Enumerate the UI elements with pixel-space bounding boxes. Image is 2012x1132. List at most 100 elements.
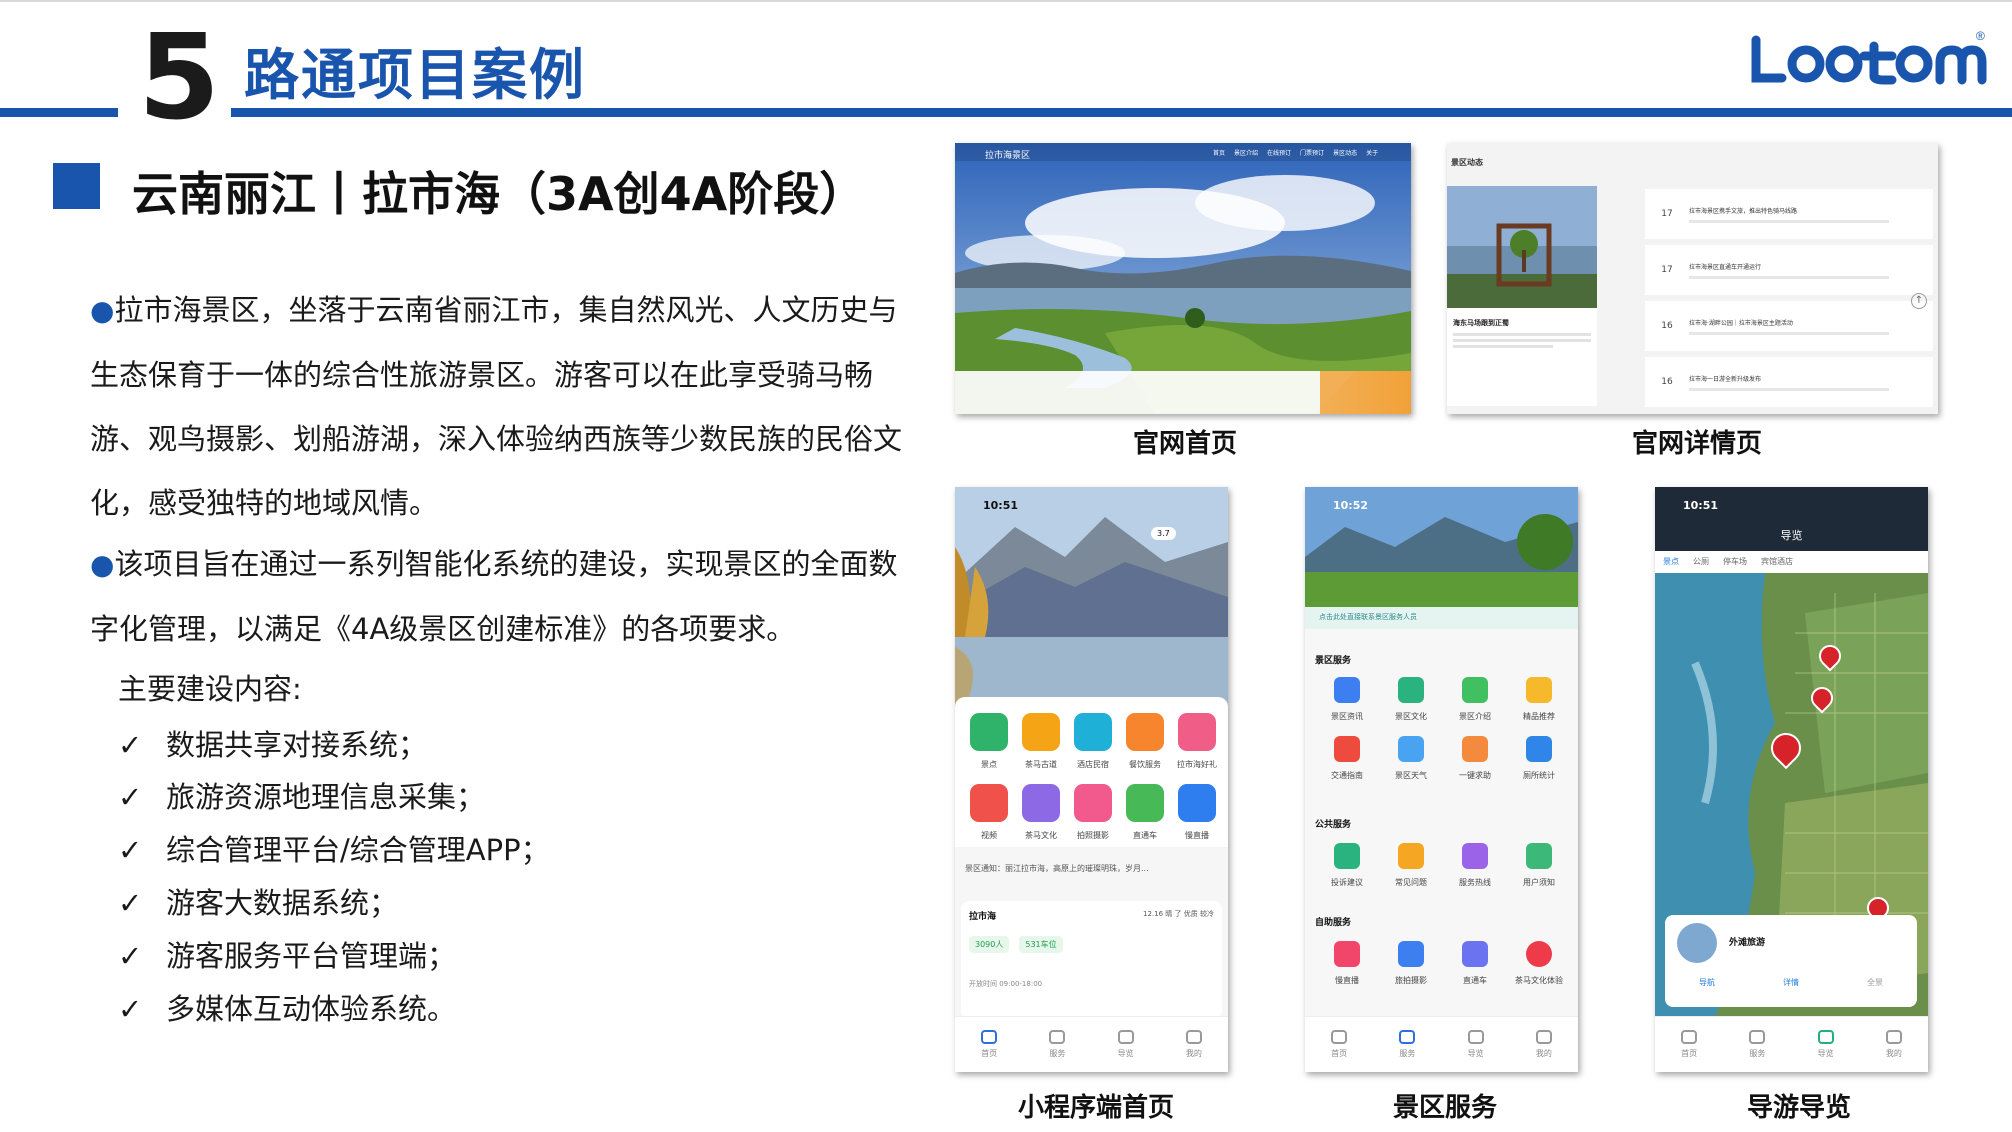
paragraph-2: ●该项目旨在通过一系列智能化系统的建设，实现景区的全面数字化管理，以满足《4A级… [90,532,920,661]
tab-service[interactable]: 服务 [1749,1030,1766,1059]
news-item[interactable]: 17 拉市海景区直通车开通运行 [1645,245,1933,295]
web-nav-item[interactable]: 首页 [1213,148,1225,157]
service-hotline[interactable]: 服务热线 [1443,843,1507,888]
poi-card[interactable]: 外滩旅游 导航 详情 全景 [1665,915,1917,1007]
quick-menu: 景点 茶马古道 酒店民宿 餐饮服务 拉市海好礼 视频 茶马文化 拍照摄影 直通车… [963,713,1223,841]
leaf-icon [1398,677,1424,703]
service-faq[interactable]: 常见问题 [1379,843,1443,888]
tab-home[interactable]: 首页 [981,1030,998,1059]
service-complaint[interactable]: 投诉建议 [1315,843,1379,888]
visitor-count: 3090人 [969,936,1010,953]
web-detail-screenshot: 景区动态 海东马场跟到正蜀 17 拉市海景区携手文旅，推出特色骑马线路 17 拉… [1447,143,1938,414]
service-notice[interactable]: 用户须知 [1507,843,1571,888]
detail-section-title: 景区动态 [1451,158,1483,167]
weather-badge[interactable]: 3.7 [1151,527,1176,540]
service-bus[interactable]: 直通车 [1443,941,1507,986]
tab-guide[interactable]: 导览 [1117,1030,1134,1059]
poi-thumbnail [1677,923,1717,963]
detail-button[interactable]: 详情 [1783,977,1799,988]
tab-guide[interactable]: 导览 [1467,1030,1484,1059]
tab-bar: 首页 服务 导览 我的 [955,1016,1228,1072]
gift-icon [1178,713,1216,751]
menu-video[interactable]: 视频 [963,784,1015,841]
bullet-icon: ● [90,548,115,581]
menu-culture[interactable]: 茶马文化 [1015,784,1067,841]
service-help[interactable]: 一键求助 [1443,736,1507,781]
service-traffic[interactable]: 交通指南 [1315,736,1379,781]
news-item[interactable]: 16 拉市海·湖畔公园｜拉市海景区主题活动 [1645,301,1933,351]
complaint-icon [1334,843,1360,869]
mini-home-caption: 小程序端首页 [1018,1093,1175,1123]
paragraph-2-text: 该项目旨在通过一系列智能化系统的建设，实现景区的全面数字化管理，以满足《4A级景… [90,547,898,646]
filter-tab[interactable]: 宾馆酒店 [1761,556,1793,568]
parking-count: 531车位 [1019,936,1063,953]
service-culture[interactable]: 景区文化 [1379,677,1443,722]
detail-card-title: 海东马场跟到正蜀 [1453,319,1509,327]
phone-time: 10:52 [1333,499,1369,512]
site-info-card[interactable]: 拉市海 12.16 晴 了 优质 较冷 3090人 531车位 开放时间 09:… [961,901,1222,1019]
frame-on-lake-image [1447,186,1597,308]
menu-bus[interactable]: 直通车 [1119,784,1171,841]
filter-tab[interactable]: 景点 [1663,556,1679,568]
checklist-item: ✓ 游客大数据系统； [118,886,399,920]
menu-scenic[interactable]: 景点 [963,713,1015,770]
service-news[interactable]: 景区资讯 [1315,677,1379,722]
bus-icon [1126,784,1164,822]
checklist-item: ✓ 多媒体互动体验系统。 [118,992,457,1026]
video-icon [1334,941,1360,967]
filter-tab[interactable]: 公厕 [1693,556,1709,568]
service-recommend[interactable]: 精品推荐 [1507,677,1571,722]
tab-mine[interactable]: 我的 [1535,1030,1552,1059]
public-services-grid: 投诉建议 常见问题 服务热线 用户须知 [1315,843,1571,888]
top-divider [0,0,2012,2]
tab-guide[interactable]: 导览 [1817,1030,1834,1059]
news-item[interactable]: 16 拉市海一日游全新升级发布 [1645,357,1933,407]
tab-home[interactable]: 首页 [1331,1030,1348,1059]
service-photo[interactable]: 旅拍摄影 [1379,941,1443,986]
checklist-item: ✓ 综合管理平台/综合管理APP； [118,833,550,867]
scroll-up-icon[interactable]: ↑ [1911,293,1927,309]
menu-photo[interactable]: 拍照摄影 [1067,784,1119,841]
checklist-item: ✓ 游客服务平台管理端； [118,939,457,973]
checklist-item: ✓ 数据共享对接系统； [118,728,428,762]
tab-mine[interactable]: 我的 [1185,1030,1202,1059]
tab-mine[interactable]: 我的 [1885,1030,1902,1059]
notice-bar[interactable]: 景区通知：丽江拉市海，高原上的璀璨明珠，岁月... [965,863,1220,874]
menu-hotel[interactable]: 酒店民宿 [1067,713,1119,770]
service-live[interactable]: 慢直播 [1315,941,1379,986]
navigate-button[interactable]: 导航 [1699,977,1715,988]
check-icon: ✓ [118,728,143,762]
detail-feature-card[interactable]: 海东马场跟到正蜀 [1447,186,1597,406]
self-services-grid: 慢直播 旅拍摄影 直通车 茶马文化体验 [1315,941,1571,986]
self-section-title: 自助服务 [1315,918,1352,928]
paragraph-1: ●拉市海景区，坐落于云南省丽江市，集自然风光、人文历史与生态保育于一体的综合性旅… [90,278,920,535]
header-rule-right [231,108,2012,117]
tab-home[interactable]: 首页 [1681,1030,1698,1059]
menu-dining[interactable]: 餐饮服务 [1119,713,1171,770]
sos-icon [1462,736,1488,762]
check-icon: ✓ [118,939,143,973]
service-experience[interactable]: 茶马文化体验 [1507,941,1571,986]
web-nav-item[interactable]: 景区动态 [1333,148,1357,157]
service-toilet[interactable]: 厕所统计 [1507,736,1571,781]
heart-icon [1526,941,1552,967]
phone-time: 10:51 [983,499,1019,512]
web-nav-item[interactable]: 门票预订 [1300,148,1324,157]
toilet-icon [1526,736,1552,762]
news-item[interactable]: 17 拉市海景区携手文旅，推出特色骑马线路 [1645,189,1933,239]
web-nav-item[interactable]: 在线预订 [1267,148,1291,157]
web-nav-item[interactable]: 景区介绍 [1234,148,1258,157]
tab-service[interactable]: 服务 [1049,1030,1066,1059]
menu-live[interactable]: 慢直播 [1171,784,1223,841]
filter-tab[interactable]: 停车场 [1723,556,1747,568]
web-nav-item[interactable]: 关于 [1366,148,1378,157]
service-weather[interactable]: 景区天气 [1379,736,1443,781]
contact-banner[interactable]: 点击此处直接联系景区服务人员 [1319,612,1417,622]
tab-service[interactable]: 服务 [1399,1030,1416,1059]
mini-home-screenshot: 10:51 3.7 景点 茶马古道 酒店民宿 餐饮服务 拉市海好礼 视频 茶马文… [955,487,1228,1072]
panorama-button[interactable]: 全景 [1867,977,1883,988]
menu-gifts[interactable]: 拉市海好礼 [1171,713,1223,770]
service-intro[interactable]: 景区介绍 [1443,677,1507,722]
menu-tea-road[interactable]: 茶马古道 [1015,713,1067,770]
check-icon: ✓ [118,780,143,814]
